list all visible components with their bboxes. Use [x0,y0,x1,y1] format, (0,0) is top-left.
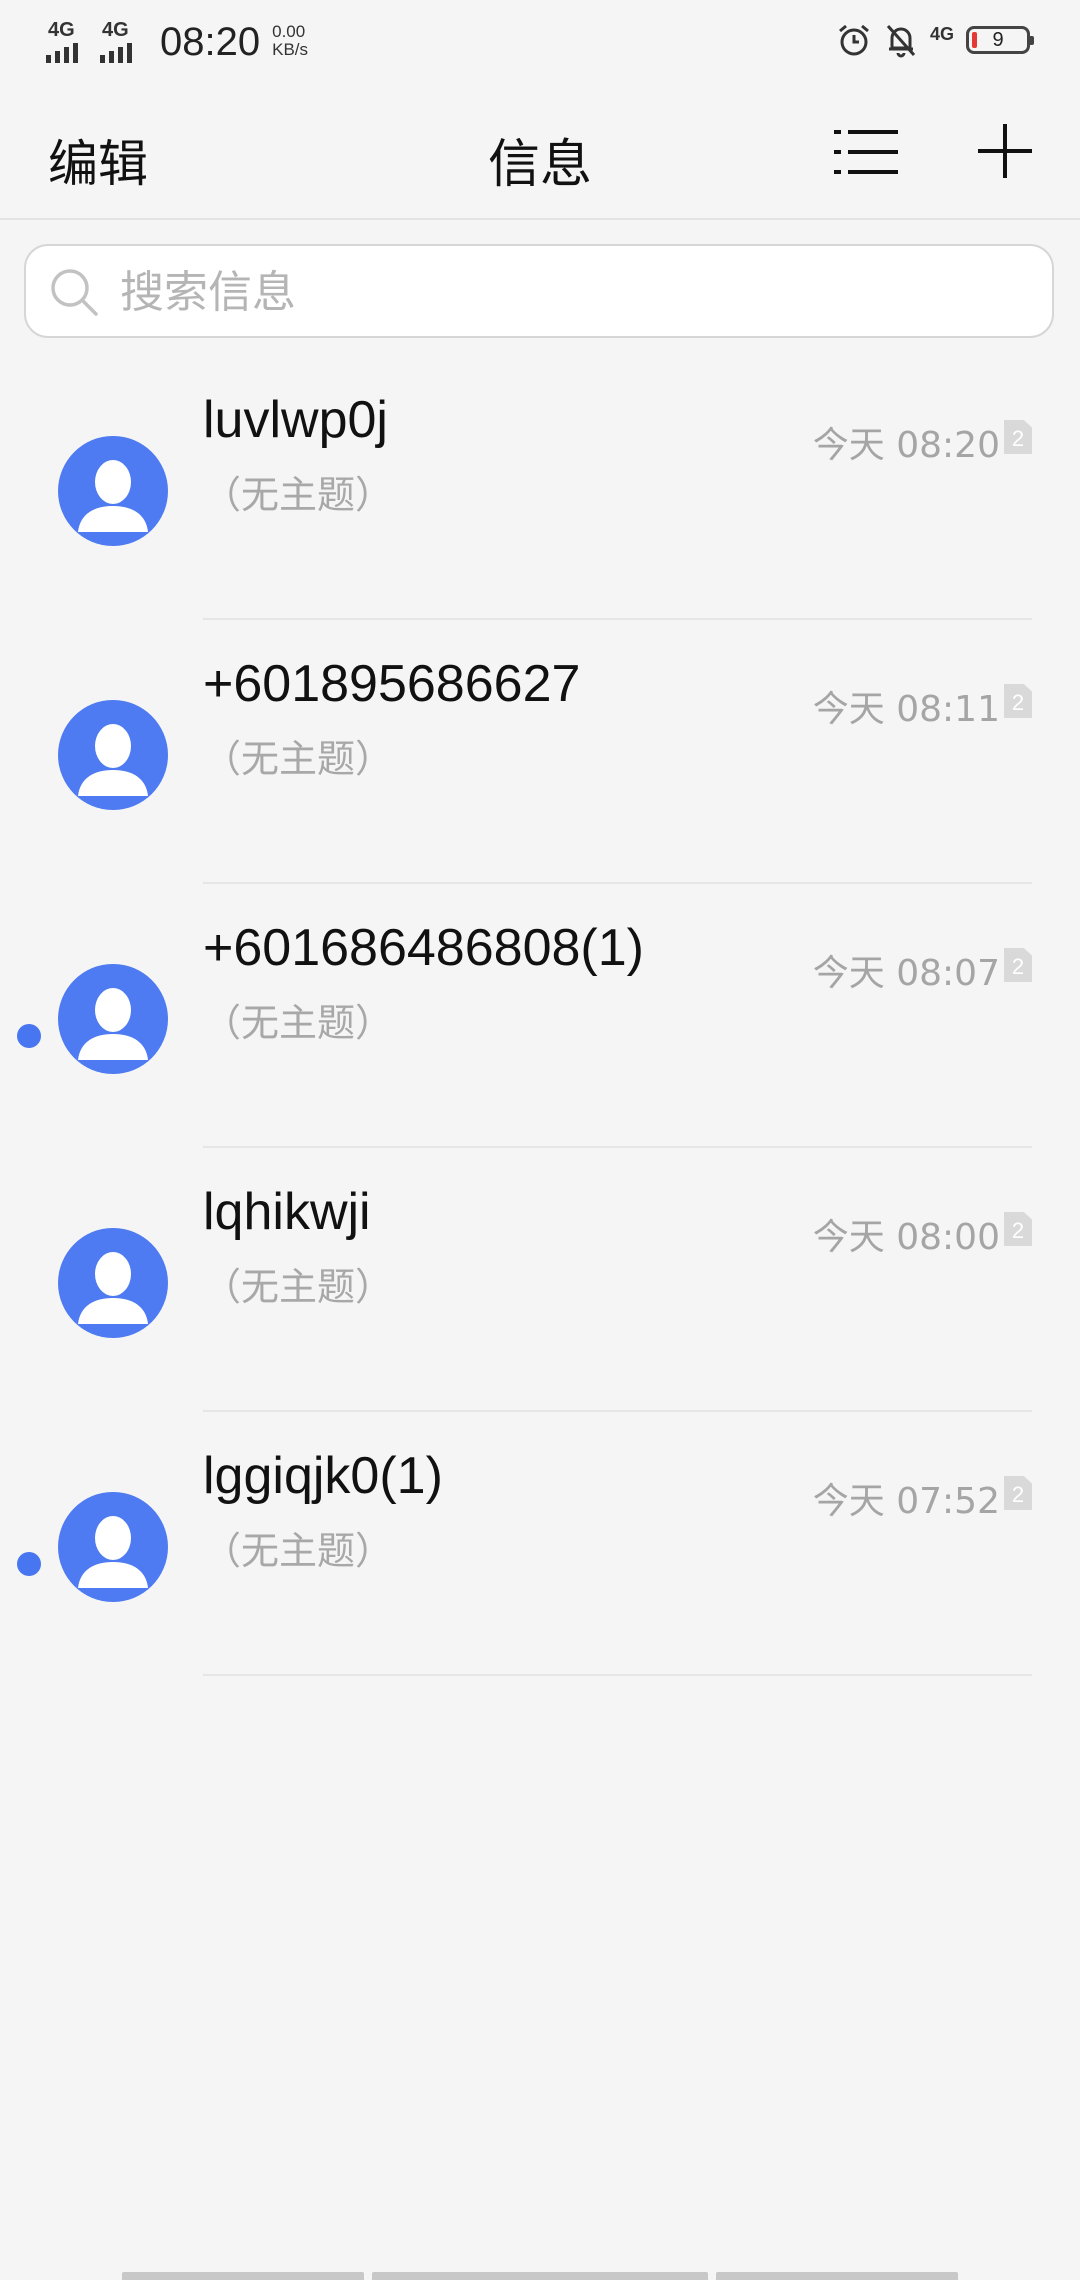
avatar [58,1228,168,1338]
divider [203,1674,1032,1676]
conversation-time: 今天 07:52 [812,1481,1000,1522]
status-right: 4G 9 [836,22,1034,58]
conversation-name: +601686486808(1) [203,919,644,977]
conversation-name: lggiqjk0(1) [203,1447,443,1505]
sim1-network-label: 4G [48,18,75,41]
conversation-subject: （无主题） [203,1265,394,1309]
sim-card-icon: 2 [1004,948,1032,982]
sim1-signal-icon: 4G [46,19,96,63]
conversation-item[interactable]: +601895686627 （无主题） 今天 08:11 2 [0,620,1080,884]
conversation-subject: （无主题） [203,1001,394,1045]
battery-level: 9 [992,28,1004,51]
plus-icon[interactable] [976,122,1034,180]
sim2-signal-icon: 4G [100,19,150,63]
bell-off-icon [884,22,918,58]
network-speed-value: 0.00 [272,21,306,41]
sim2-network-label: 4G [102,18,129,41]
network-speed: 0.00 KB/s [272,21,309,59]
conversation-subject: （无主题） [203,1529,394,1573]
conversation-time: 今天 08:07 [812,953,1000,994]
conversation-item[interactable]: lggiqjk0(1) （无主题） 今天 07:52 2 [0,1412,1080,1676]
conversation-item[interactable]: luvlwp0j （无主题） 今天 08:20 2 [0,356,1080,620]
conversation-name: lqhikwji [203,1183,371,1241]
app-header: 编辑 信息 [0,86,1080,220]
list-menu-icon[interactable] [834,126,900,178]
conversation-name: +601895686627 [203,655,581,713]
unread-dot [17,1024,41,1048]
conversation-subject: （无主题） [203,737,394,781]
conversation-time: 今天 08:11 [812,689,1000,730]
unread-dot [17,1552,41,1576]
sim-card-icon: 2 [1004,684,1032,718]
sim-card-icon: 2 [1004,420,1032,454]
conversation-time: 今天 08:20 [812,425,1000,466]
avatar [58,700,168,810]
network-speed-unit: KB/s [272,39,309,59]
avatar [58,964,168,1074]
navigation-gesture-bar[interactable] [0,2268,1080,2280]
conversation-time: 今天 08:00 [812,1217,1000,1258]
status-left: 4G 4G 08:20 0.00 KB/s [46,16,308,65]
avatar [58,436,168,546]
edit-button[interactable]: 编辑 [48,124,148,196]
conversation-name: luvlwp0j [203,391,388,449]
signal-4g-icon: 4G [929,23,954,44]
avatar [58,1492,168,1602]
status-bar: 4G 4G 08:20 0.00 KB/s 4G 9 [0,0,1080,86]
sim-card-icon: 2 [1004,1476,1032,1510]
conversation-item[interactable]: lqhikwji （无主题） 今天 08:00 2 [0,1148,1080,1412]
alarm-icon [836,22,872,58]
conversation-subject: （无主题） [203,473,394,517]
conversation-item[interactable]: +601686486808(1) （无主题） 今天 08:07 2 [0,884,1080,1148]
search-bar[interactable] [24,244,1054,338]
search-input[interactable] [118,256,1022,328]
sim-card-icon: 2 [1004,1212,1032,1246]
conversation-list: luvlwp0j （无主题） 今天 08:20 2 +601895686627 … [0,356,1080,1676]
status-time: 08:20 [160,20,261,64]
battery-icon: 9 [966,26,1034,54]
page-title: 信息 [487,135,592,195]
search-icon [48,266,102,324]
